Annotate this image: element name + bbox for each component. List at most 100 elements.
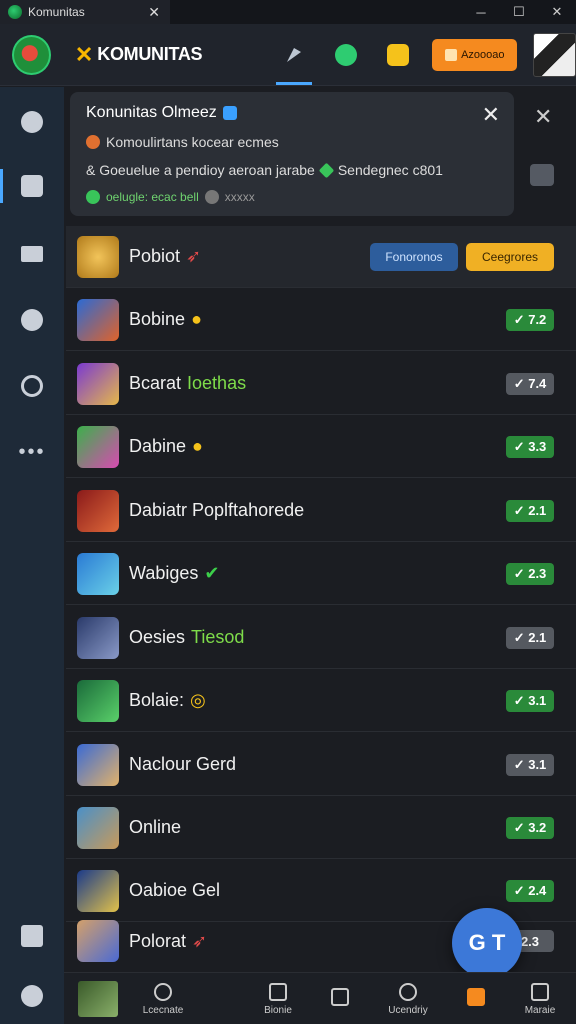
app-logo[interactable] [12, 34, 51, 75]
filter-button[interactable]: Fonoronos [370, 242, 458, 271]
tab-rocket[interactable] [268, 25, 320, 85]
tab-rewards[interactable] [372, 25, 424, 85]
game-icon [77, 552, 119, 595]
game-name: Dabiatr Poplftahorede [129, 500, 304, 521]
game-title: Bcarat [129, 373, 182, 393]
chat-bubble-icon[interactable] [530, 164, 554, 186]
window-tab[interactable]: Komunitas ✕ [0, 0, 170, 24]
bottom-item-boost[interactable] [456, 973, 496, 1024]
notification-title-row: Konunitas Olmeez [86, 104, 498, 122]
rocket-icon [287, 47, 302, 62]
list-item[interactable]: Pobiot ➶ Fonoronos Ceegrores [66, 226, 576, 288]
game-name: Bcarat Ioethas [129, 373, 246, 394]
brand-x-icon: ✕ [74, 41, 94, 67]
media-icon [21, 246, 43, 262]
timer-icon [204, 190, 219, 204]
notification-text-2-tail: Sendegnec c801 [337, 162, 443, 178]
game-name: Bobine ● [129, 309, 202, 330]
notification-footer-grey: xxxxx [224, 190, 255, 204]
rating-badge: ✓ 3.1 [506, 753, 554, 776]
list-item[interactable]: Bolaie: ◎ ✓ 3.1 [66, 670, 576, 732]
notification-close-button[interactable]: ✕ [482, 102, 500, 128]
game-icon [77, 425, 119, 468]
promo-button[interactable]: Azoooao [432, 38, 518, 71]
left-rail: ••• [0, 87, 64, 1024]
rail-item-media[interactable] [0, 229, 64, 279]
game-title: Wabiges [129, 563, 199, 583]
brand: ✕ KOMUNITAS [74, 41, 203, 68]
game-title: Bolaie: [129, 690, 185, 710]
panel-close-button[interactable]: ✕ [534, 104, 552, 130]
brand-name: KOMUNITAS [97, 44, 203, 64]
rail-item-more[interactable]: ••• [0, 427, 64, 477]
bottom-item-book[interactable]: Bionie [248, 973, 308, 1024]
game-title: Online [129, 817, 182, 837]
map-thumbnail [78, 981, 118, 1017]
list-item[interactable]: Naclour Gerd ✓ 3.1 [66, 734, 576, 796]
info-dot-icon [86, 135, 100, 149]
tab-community[interactable] [320, 25, 372, 85]
bottom-thumb[interactable] [78, 973, 118, 1024]
rating-badge: ✓ 2.3 [506, 562, 554, 585]
smile-icon: ● [192, 436, 203, 456]
game-list: Pobiot ➶ Fonoronos Ceegrores Bobine ● ✓ … [66, 226, 576, 970]
bottom-label: Ucendriy [388, 1004, 428, 1016]
game-icon [77, 679, 119, 722]
rail-item-settings[interactable] [0, 971, 64, 1021]
people-icon [399, 982, 417, 1001]
rating-badge: ✓ 2.4 [506, 879, 554, 902]
list-item[interactable]: Dabiatr Poplftahorede ✓ 2.1 [66, 480, 576, 542]
game-title: Pobiot [129, 246, 181, 266]
puzzle-icon [222, 106, 237, 120]
bottom-item-location[interactable]: Lcecnate [128, 973, 198, 1024]
bottom-item-profile[interactable]: Maraie [510, 973, 570, 1024]
user-avatar[interactable] [533, 32, 576, 77]
search-icon [21, 375, 43, 397]
smile-icon: ● [191, 309, 202, 329]
maximize-button[interactable]: ☐ [500, 0, 538, 24]
list-item[interactable]: Wabiges ✔ ✓ 2.3 [66, 543, 576, 605]
bottom-nav: Lcecnate Bionie Ucendriy Maraie [64, 972, 576, 1024]
rail-item-messages[interactable] [0, 295, 64, 345]
rail-item-search[interactable] [0, 361, 64, 411]
game-icon [77, 298, 119, 341]
rating-badge: ✓ 7.4 [506, 372, 554, 395]
list-item[interactable]: Bcarat Ioethas ✓ 7.4 [66, 353, 576, 415]
close-window-button[interactable]: ✕ [538, 0, 576, 24]
community-icon [335, 43, 358, 66]
rail-item-friends[interactable] [0, 161, 64, 211]
dagger-icon: ➶ [186, 246, 202, 266]
bottom-label: Lcecnate [142, 1004, 184, 1016]
game-name: Dabine ● [129, 436, 203, 457]
bottom-item-community[interactable]: Ucendriy [376, 973, 440, 1024]
list-item[interactable]: Oesies Tiesod ✓ 2.1 [66, 607, 576, 669]
list-item[interactable]: Online ✓ 3.2 [66, 797, 576, 859]
rating-badge: ✓ 3.2 [506, 816, 554, 839]
category-button[interactable]: Ceegrores [466, 242, 554, 271]
rating-badge: ✓ 2.1 [506, 626, 554, 649]
list-item[interactable]: Dabine ● ✓ 3.3 [66, 416, 576, 478]
location-icon [154, 982, 172, 1001]
game-icon [77, 362, 119, 405]
rating-badge: ✓ 7.2 [506, 308, 554, 331]
floating-action-button[interactable]: G T [452, 908, 522, 978]
minimize-button[interactable]: ─ [462, 0, 500, 24]
top-nav [268, 25, 424, 85]
notification-footer-green[interactable]: oelugle: ecac bell [106, 190, 199, 204]
game-name: Oabioe Gel [129, 880, 220, 901]
store-icon [21, 925, 43, 947]
list-item[interactable]: Bobine ● ✓ 7.2 [66, 289, 576, 351]
tab-close-icon[interactable]: ✕ [148, 4, 170, 21]
app-header: ✕ KOMUNITAS Azoooao [0, 24, 576, 86]
promo-label: Azoooao [461, 48, 505, 61]
gear-icon [21, 985, 43, 1007]
game-name: Naclour Gerd [129, 754, 236, 775]
game-title: Naclour Gerd [129, 754, 237, 774]
rail-item-chat[interactable] [0, 97, 64, 147]
game-name: Oesies Tiesod [129, 627, 244, 648]
bottom-item-calendar[interactable] [320, 973, 360, 1024]
rating-badge: ✓ 2.1 [506, 499, 554, 522]
rail-item-store[interactable] [0, 911, 64, 961]
book-icon [269, 982, 287, 1001]
notification-footer: oelugle: ecac bell xxxxx [86, 190, 498, 204]
